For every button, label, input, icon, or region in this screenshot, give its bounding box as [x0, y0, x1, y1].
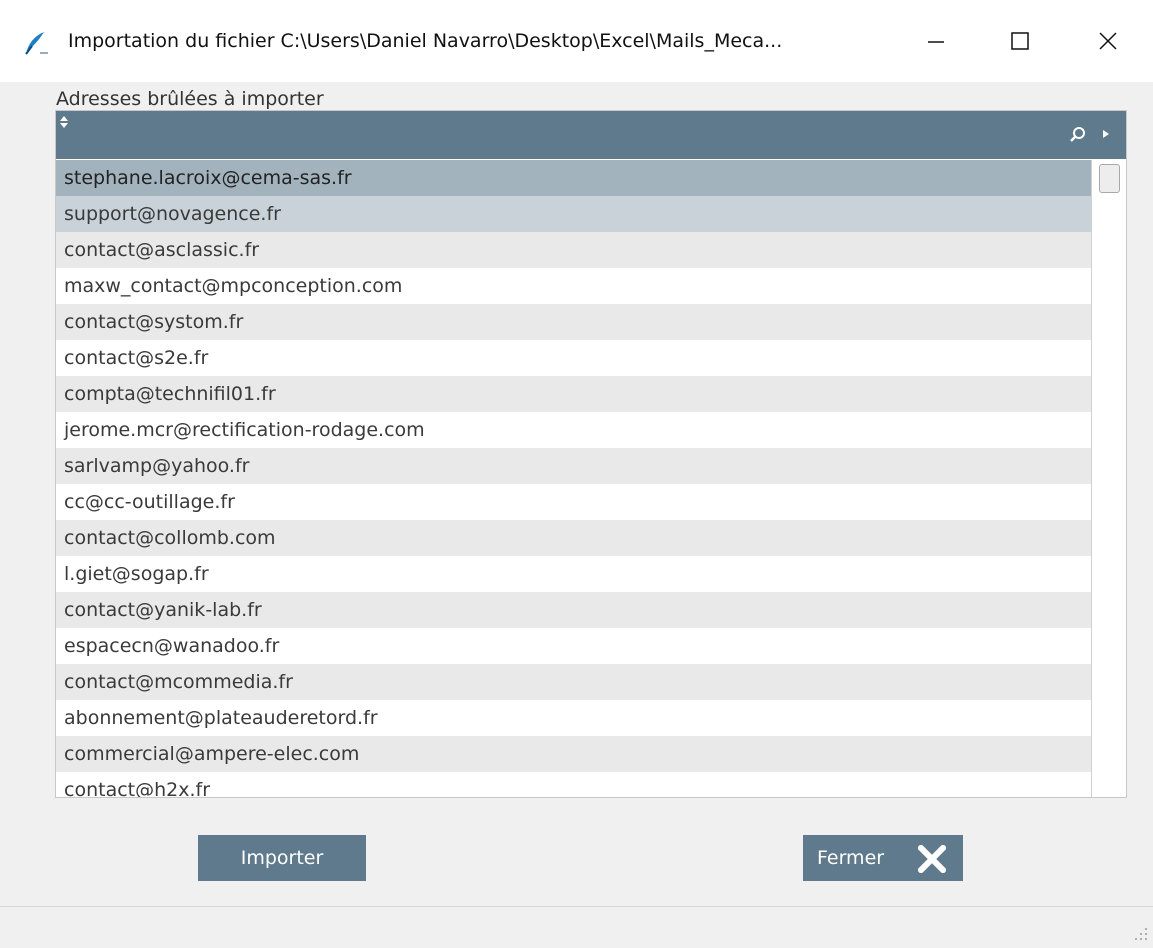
table-row[interactable]: stephane.lacroix@cema-sas.fr: [56, 160, 1091, 196]
table-row[interactable]: contact@h2x.fr: [56, 772, 1091, 797]
table-row[interactable]: commercial@ampere-elec.com: [56, 736, 1091, 772]
close-icon: [1099, 32, 1117, 50]
search-icon[interactable]: [1068, 125, 1088, 145]
import-button[interactable]: Importer: [198, 835, 366, 881]
table-row[interactable]: contact@systom.fr: [56, 304, 1091, 340]
table-row[interactable]: abonnement@plateauderetord.fr: [56, 700, 1091, 736]
vertical-scrollbar[interactable]: [1091, 160, 1126, 797]
status-bar: [0, 906, 1153, 948]
table-row[interactable]: maxw_contact@mpconception.com: [56, 268, 1091, 304]
maximize-button[interactable]: [990, 16, 1050, 66]
window-title: Importation du fichier C:\Users\Daniel N…: [68, 30, 783, 52]
resize-grip-icon[interactable]: [1133, 925, 1149, 943]
title-bar: Importation du fichier C:\Users\Daniel N…: [0, 0, 1153, 82]
addresses-label: Adresses brûlées à importer: [56, 88, 324, 110]
scrollbar-thumb[interactable]: [1099, 164, 1120, 193]
table-row[interactable]: compta@technifil01.fr: [56, 376, 1091, 412]
table-row[interactable]: contact@asclassic.fr: [56, 232, 1091, 268]
import-button-label: Importer: [240, 847, 324, 869]
table-row[interactable]: contact@s2e.fr: [56, 340, 1091, 376]
sort-icon[interactable]: [59, 114, 69, 130]
maximize-icon: [1011, 32, 1029, 50]
table-row[interactable]: sarlvamp@yahoo.fr: [56, 448, 1091, 484]
close-button-label: Fermer: [817, 847, 885, 869]
table-row[interactable]: contact@collomb.com: [56, 520, 1091, 556]
table-row[interactable]: support@novagence.fr: [56, 196, 1091, 232]
minimize-button[interactable]: [906, 16, 966, 66]
grid-header: [56, 111, 1126, 159]
table-row[interactable]: l.giet@sogap.fr: [56, 556, 1091, 592]
table-row[interactable]: espacecn@wanadoo.fr: [56, 628, 1091, 664]
table-row[interactable]: contact@mcommedia.fr: [56, 664, 1091, 700]
table-row[interactable]: cc@cc-outillage.fr: [56, 484, 1091, 520]
addresses-grid: stephane.lacroix@cema-sas.fr support@nova…: [55, 110, 1127, 798]
table-row[interactable]: jerome.mcr@rectification-rodage.com: [56, 412, 1091, 448]
expand-arrow-icon[interactable]: [1102, 129, 1110, 139]
feather-icon: [25, 32, 48, 55]
close-button[interactable]: Fermer: [803, 835, 963, 881]
minimize-icon: [928, 41, 944, 43]
table-row[interactable]: contact@yanik-lab.fr: [56, 592, 1091, 628]
close-x-icon: [918, 845, 946, 873]
close-window-button[interactable]: [1078, 16, 1138, 66]
address-list: stephane.lacroix@cema-sas.fr support@nova…: [56, 160, 1091, 797]
